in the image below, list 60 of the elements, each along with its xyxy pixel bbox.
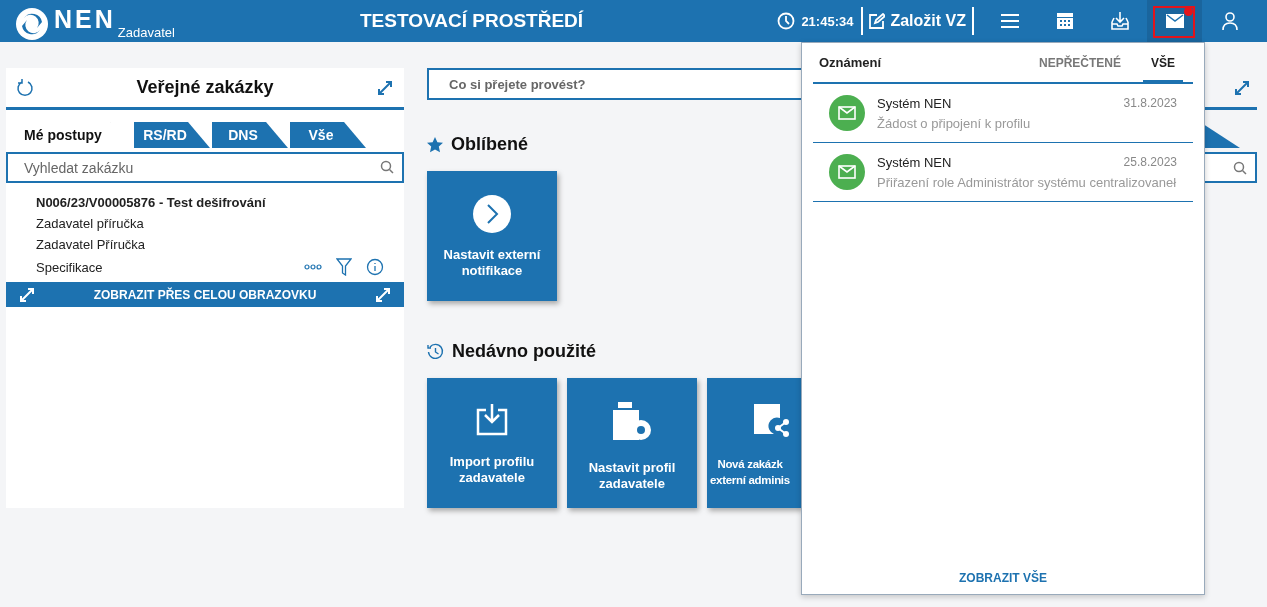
panel-tab[interactable]: RS/RD [134,122,210,148]
more-icon[interactable] [304,264,322,270]
chevron-circle-icon [473,195,511,233]
download-tray-icon [476,402,508,436]
tender-detail: Specifikace [36,259,103,275]
notification-dot [1184,7,1193,16]
panel-tab[interactable]: DNS [212,122,288,148]
show-all-link[interactable]: ZOBRAZIT VŠE [953,570,1053,586]
logo-subtitle: Zadavatel [117,25,175,40]
notification-message: Žádost o připojení k profilu [877,115,1032,131]
expand-icon[interactable] [376,78,394,97]
search-icon[interactable] [1233,160,1247,175]
tender-search-field[interactable]: Vyhledat zakázku [6,152,404,183]
history-icon [427,343,444,360]
clock-icon [777,12,796,30]
shortcut-tile[interactable]: Nastavit externí notifikace [427,171,557,301]
shortcut-tile[interactable]: Nová zakázk externí adminis [707,378,801,508]
panel-tab[interactable]: Vše [290,122,366,148]
notification-date: 31.8.2023 [1123,95,1177,111]
search-icon[interactable] [380,160,394,174]
notification-date: 25.8.2023 [1123,154,1177,170]
panel-title: Veřejné zakázky [135,77,275,98]
clock-time: 21:45:34 [801,13,854,29]
notification-sender: Systém NEN [877,154,952,170]
create-tender-button[interactable]: Založit VZ [863,12,972,30]
environment-title: TESTOVACÍ PROSTŘEDÍ [360,10,585,32]
notification-sender: Systém NEN [877,95,952,111]
notification-item[interactable]: Systém NEN 25.8.2023 Přiřazení role Administrátor systému centralizovaneł [813,143,1193,202]
expand-icon[interactable] [18,285,36,304]
tender-detail: Zadavatel příručka [36,216,145,231]
mail-avatar-icon [829,154,865,190]
notification-item[interactable]: Systém NEN 31.8.2023 Žádost o připojení k profilu [813,84,1193,143]
star-icon [427,136,443,153]
tender-title[interactable]: N006/23/V00005876 - Test dešifrování [36,195,384,210]
tender-detail: Zadavatel Příručka [36,237,147,252]
panel-tab[interactable]: Mé postupy [8,122,132,148]
menu-icon [999,13,1020,29]
notification-tab[interactable]: VŠE [1143,42,1183,83]
inbox-download-icon [1109,11,1130,31]
logo-text: NEN [54,5,116,34]
mail-avatar-icon [829,95,865,131]
notification-message: Přiřazení role Administrátor systému centralizovaneł [877,174,1178,190]
user-icon [1221,12,1238,30]
refresh-icon[interactable] [16,78,34,97]
shortcut-tile[interactable]: Import profilu zadavatele [427,378,557,508]
expand-icon[interactable] [1233,78,1251,97]
section-title: Nedávno použité [452,341,596,362]
mail-button[interactable] [1147,0,1202,42]
filter-icon[interactable] [336,258,352,276]
edit-icon [869,13,886,29]
expand-icon[interactable] [374,285,392,304]
section-title: Oblíbené [451,134,528,155]
calendar-icon [1055,12,1074,30]
document-share-icon [751,402,790,438]
mail-icon [1165,14,1184,28]
info-icon[interactable] [366,258,384,276]
popup-title: Oznámení [819,55,883,70]
shortcut-tile[interactable]: Nastavit profil zadavatele [567,378,697,508]
notification-tab[interactable]: NEPŘEČTENÉ [1030,42,1129,83]
fullscreen-button[interactable]: ZOBRAZIT PŘES CELOU OBRAZOVKU [6,282,404,307]
